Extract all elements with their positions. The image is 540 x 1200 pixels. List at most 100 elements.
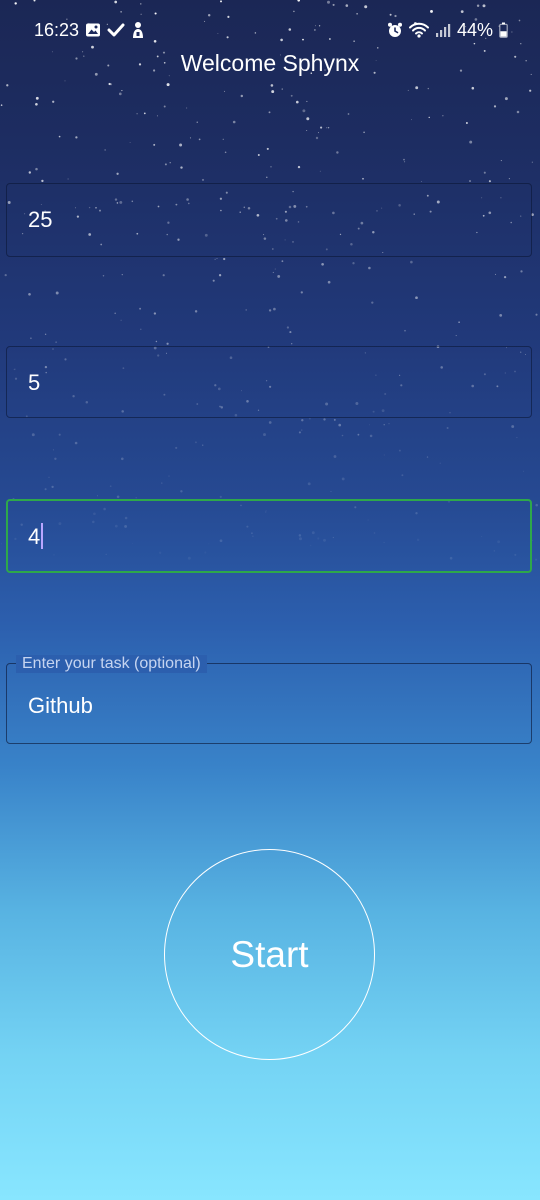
star	[511, 425, 515, 428]
star	[143, 112, 146, 115]
star	[109, 83, 113, 86]
star	[383, 424, 385, 426]
star	[54, 457, 57, 460]
star	[301, 419, 304, 422]
star	[120, 319, 122, 321]
star	[277, 274, 281, 278]
star	[140, 328, 142, 331]
star	[180, 166, 183, 169]
first-number-field[interactable]: 25	[6, 183, 532, 257]
star	[388, 423, 390, 425]
star	[309, 417, 311, 420]
star	[321, 262, 324, 266]
star	[404, 161, 406, 163]
star	[96, 495, 99, 497]
first-number-value: 25	[28, 207, 53, 232]
star	[297, 165, 301, 169]
star	[338, 423, 342, 427]
star	[531, 161, 533, 163]
star	[291, 343, 293, 345]
star	[289, 331, 292, 334]
second-number-value: 5	[28, 370, 41, 395]
star	[290, 94, 293, 97]
star	[109, 485, 112, 488]
star	[520, 270, 523, 273]
star	[224, 90, 226, 92]
star	[44, 488, 47, 491]
star	[194, 441, 197, 444]
star	[266, 176, 268, 179]
star	[307, 482, 311, 486]
star	[455, 335, 457, 337]
star	[341, 434, 344, 437]
star	[194, 310, 198, 313]
star	[401, 474, 404, 477]
star	[410, 260, 413, 264]
star	[281, 88, 283, 90]
star	[458, 321, 460, 324]
star	[508, 178, 510, 180]
star	[428, 116, 430, 119]
star	[535, 558, 538, 561]
star	[273, 307, 276, 311]
star	[363, 131, 365, 134]
star	[403, 158, 405, 161]
star	[240, 94, 244, 98]
star	[6, 84, 9, 87]
star	[469, 180, 471, 182]
star	[407, 89, 409, 91]
star	[118, 92, 122, 96]
star	[398, 449, 401, 452]
star	[104, 149, 106, 151]
star	[75, 136, 78, 139]
star	[442, 115, 444, 117]
star	[212, 279, 215, 282]
star	[323, 418, 326, 421]
star	[327, 280, 331, 284]
star	[271, 90, 275, 94]
star	[108, 82, 111, 86]
star	[330, 490, 332, 492]
star	[216, 257, 218, 259]
star	[483, 171, 486, 174]
task-value: Github	[28, 693, 93, 718]
star	[371, 301, 374, 304]
star	[214, 258, 216, 260]
star	[175, 446, 178, 449]
alarm-icon	[387, 22, 403, 38]
star	[415, 86, 419, 90]
star	[427, 87, 430, 90]
star	[286, 326, 290, 329]
star	[516, 110, 520, 114]
star	[219, 495, 222, 498]
star	[257, 153, 260, 157]
star	[116, 495, 120, 499]
star	[319, 170, 321, 172]
star	[202, 444, 204, 446]
start-button[interactable]: Start	[164, 849, 375, 1060]
star	[129, 142, 131, 143]
star	[352, 262, 355, 265]
star	[500, 160, 502, 162]
third-number-field[interactable]: 4	[6, 499, 532, 573]
star	[102, 275, 105, 277]
second-number-field[interactable]: 5	[6, 346, 532, 418]
star	[415, 296, 418, 300]
star	[28, 171, 31, 174]
star	[318, 132, 319, 134]
star	[28, 292, 31, 296]
star	[503, 275, 507, 279]
star	[48, 476, 50, 478]
task-input[interactable]: Github	[6, 663, 532, 744]
star	[180, 490, 183, 493]
star	[499, 314, 503, 317]
star	[516, 437, 518, 439]
star	[218, 274, 222, 277]
star	[411, 119, 412, 121]
star	[362, 177, 364, 180]
star	[162, 274, 165, 277]
star	[35, 96, 39, 100]
star	[35, 102, 38, 106]
star	[44, 333, 47, 335]
star	[64, 80, 66, 82]
